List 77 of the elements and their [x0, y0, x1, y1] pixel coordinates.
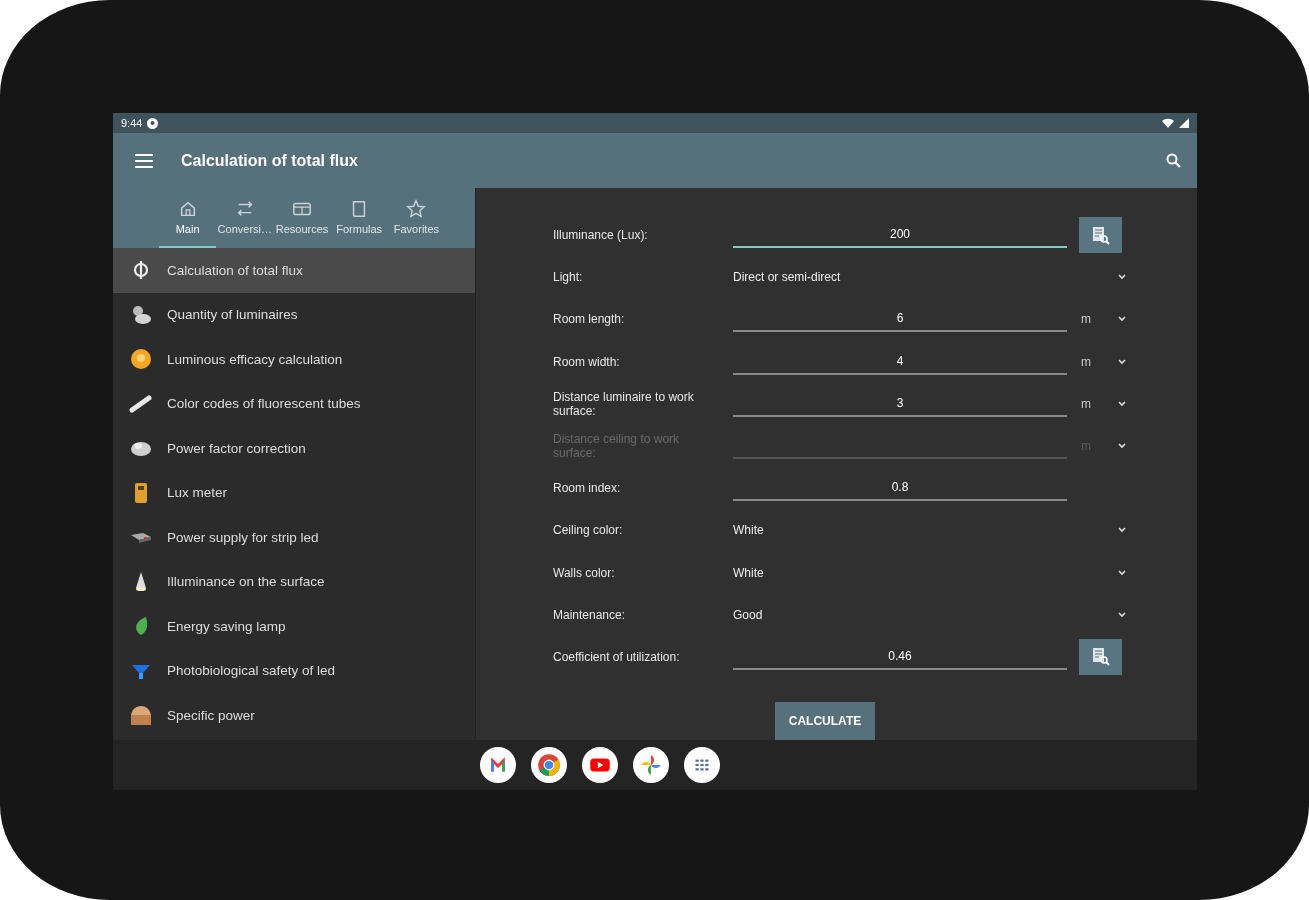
menu-item-label: Illuminance on the surface [167, 574, 325, 590]
dropdown-value[interactable]: Good [733, 607, 1117, 622]
notification-icon [147, 117, 159, 129]
unit-dropdown[interactable]: m [1067, 354, 1117, 369]
field-label: Ceiling color: [553, 523, 624, 538]
dropdown-value[interactable]: White [733, 523, 1117, 538]
field-label: Coefficient of utilization: [553, 649, 681, 664]
menu-item[interactable]: Power factor correction [113, 426, 475, 471]
chevron-down-icon[interactable] [1117, 315, 1127, 324]
menu-item[interactable]: Calculation of total flux [113, 248, 475, 293]
input-field[interactable]: 200 [733, 222, 1067, 249]
browser-icon [536, 752, 562, 778]
menu-item[interactable]: Quantity of luminaires [113, 292, 475, 337]
input-field[interactable]: 4 [733, 348, 1067, 375]
tab[interactable]: Favorites [387, 188, 445, 248]
clock: 9:44 [121, 117, 143, 129]
dropdown-value[interactable]: Direct or semi-direct [733, 270, 1117, 285]
app-icon[interactable] [480, 747, 516, 783]
document-search-icon [1091, 647, 1110, 667]
menu-item[interactable]: Color codes of fluorescent tubes [113, 381, 475, 426]
bulb-icon [129, 347, 153, 372]
tab[interactable]: Resources [273, 188, 331, 248]
chevron-down-icon[interactable] [1117, 526, 1127, 535]
app-icon[interactable] [582, 747, 618, 783]
tab[interactable]: Formulas [330, 188, 388, 248]
menu-item-label: Specific power [167, 707, 255, 723]
menu-item[interactable]: Specific power [113, 693, 475, 738]
unit-dropdown[interactable]: m [1067, 396, 1117, 411]
field-label: Room index: [553, 481, 622, 496]
tab[interactable]: Conversi… [216, 188, 274, 248]
menu-item-label: Power supply for strip led [167, 529, 319, 545]
field-label: Illuminance (Lux): [553, 228, 649, 243]
input-field[interactable]: 0.8 [733, 475, 1067, 502]
field-label: Distance luminaire to work surface: [553, 389, 695, 418]
menu-item[interactable]: Energy saving lamp [113, 604, 475, 649]
field-label: Room length: [553, 312, 626, 327]
menu-item-label: Energy saving lamp [167, 618, 286, 634]
field-label: Light: [553, 270, 584, 285]
star-icon [406, 199, 427, 219]
unit-dropdown[interactable]: m [1067, 312, 1117, 327]
menu-item[interactable]: Illuminance on the surface [113, 559, 475, 604]
app-title: Calculation of total flux [181, 151, 359, 170]
menu-item[interactable]: Power supply for strip led [113, 515, 475, 560]
menu-item-label: Quantity of luminaires [167, 307, 298, 323]
input-field[interactable]: 0.46 [733, 643, 1067, 670]
chevron-down-icon[interactable] [1117, 273, 1127, 282]
wifi-icon [1162, 118, 1174, 128]
field-label: Walls color: [553, 565, 616, 580]
chevron-down-icon[interactable] [1117, 442, 1127, 451]
menu-item-label: Color codes of fluorescent tubes [167, 396, 361, 412]
lookup-button[interactable] [1079, 638, 1122, 675]
chevron-down-icon[interactable] [1117, 568, 1127, 577]
menu-item[interactable]: Lux meter [113, 470, 475, 515]
menu-item-label: Lux meter [167, 485, 228, 501]
menu-item-label: Photobiological safety of led [167, 663, 336, 679]
menu-item-label: Calculation of total flux [167, 262, 303, 278]
field-label: Maintenance: [553, 607, 627, 622]
menu-icon[interactable] [135, 153, 153, 168]
menu-item-label: Luminous efficacy calculation [167, 351, 343, 367]
chevron-down-icon[interactable] [1117, 357, 1127, 366]
app-icon[interactable] [633, 747, 669, 783]
lookup-button[interactable] [1079, 217, 1122, 254]
chevron-down-icon[interactable] [1117, 399, 1127, 408]
signal-icon [1179, 118, 1189, 128]
field-label: Room width: [553, 354, 621, 369]
menu-item[interactable]: Luminous efficacy calculation [113, 337, 475, 382]
dropdown-value[interactable]: White [733, 565, 1117, 580]
calculate-button[interactable]: CALCULATE [774, 702, 876, 741]
input-field[interactable]: 3 [733, 390, 1067, 417]
menu-item-label: Power factor correction [167, 440, 306, 456]
document-search-icon [1091, 225, 1110, 245]
input-field[interactable]: 6 [733, 306, 1067, 333]
app-icon[interactable] [684, 747, 720, 783]
chevron-down-icon[interactable] [1117, 610, 1127, 619]
menu-item[interactable]: Photobiological safety of led [113, 648, 475, 693]
app-icon[interactable] [531, 747, 567, 783]
search-icon[interactable] [1166, 153, 1181, 168]
